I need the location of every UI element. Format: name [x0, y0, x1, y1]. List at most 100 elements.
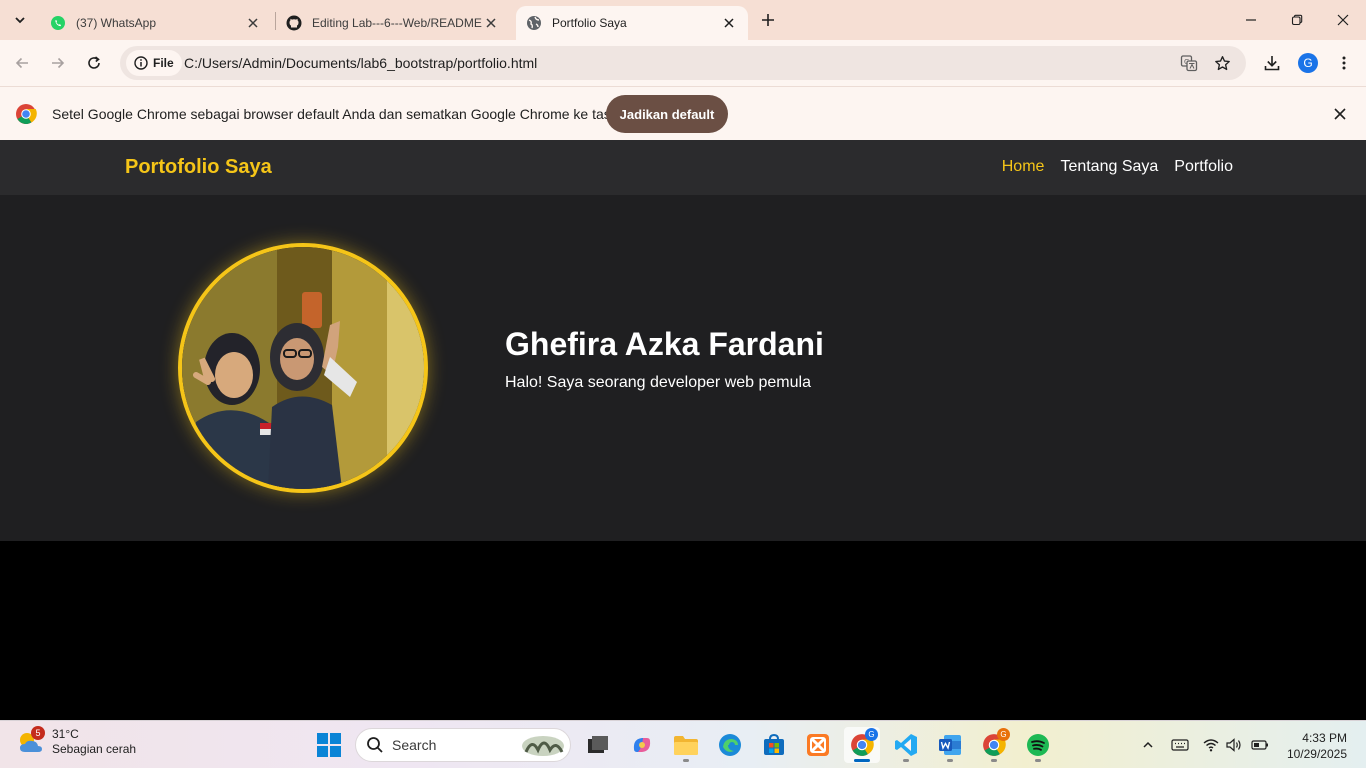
set-default-button[interactable]: Jadikan default [606, 95, 728, 133]
site-brand[interactable]: Portofolio Saya [125, 156, 272, 179]
tray-overflow-button[interactable] [1138, 735, 1158, 755]
plus-icon [762, 14, 774, 26]
download-icon [1264, 56, 1280, 71]
address-bar[interactable]: File C:/Users/Admin/Documents/lab6_boots… [120, 46, 1246, 80]
keyboard-icon [1171, 739, 1189, 751]
tab-title: Editing Lab---6---Web/README [312, 16, 482, 30]
site-info-label: File [153, 56, 174, 70]
nav-link-home[interactable]: Home [1002, 158, 1045, 176]
chrome-profile-badge: G [997, 728, 1010, 741]
downloads-button[interactable] [1258, 49, 1286, 77]
close-icon [724, 18, 734, 28]
windows-icon [317, 733, 341, 757]
close-icon [1334, 108, 1346, 120]
site-menu: Home Tentang Saya Portfolio [1002, 158, 1233, 176]
browser-tab-strip: (37) WhatsApp Editing Lab---6---Web/READ… [0, 0, 1366, 40]
back-button[interactable] [8, 49, 36, 77]
wifi-button[interactable] [1201, 735, 1221, 755]
url-text[interactable]: C:/Users/Admin/Documents/lab6_bootstrap/… [184, 55, 537, 71]
taskbar-chrome-profile[interactable]: G [976, 727, 1012, 763]
weather-temp: 31°C [52, 727, 79, 741]
tab-search-button[interactable] [6, 6, 34, 34]
minimize-icon [1246, 19, 1256, 21]
taskbar-edge[interactable] [712, 727, 748, 763]
nav-link-tentang-saya[interactable]: Tentang Saya [1060, 158, 1158, 176]
taskbar-search[interactable]: Search [355, 728, 571, 762]
profile-photo [178, 243, 428, 493]
tab-close-button[interactable] [244, 14, 262, 32]
taskbar-clock[interactable]: 4:33 PM 10/29/2025 [1287, 730, 1347, 762]
chrome-logo-icon [16, 104, 37, 124]
profile-button[interactable]: G [1294, 49, 1322, 77]
weather-text: 31°C Sebagian cerah [52, 727, 136, 757]
taskbar-store[interactable] [756, 727, 792, 763]
volume-button[interactable] [1224, 735, 1244, 755]
weather-badge: 5 [31, 726, 45, 740]
avatar: G [1298, 53, 1318, 73]
profile-photo-illustration [182, 247, 424, 489]
web-page: Portofolio Saya Home Tentang Saya Portfo… [0, 140, 1366, 720]
copilot-icon [633, 738, 651, 752]
tab-portfolio[interactable]: Portfolio Saya [516, 6, 748, 40]
infobar-close-button[interactable] [1330, 104, 1350, 124]
start-button[interactable] [316, 732, 342, 758]
tab-whatsapp[interactable]: (37) WhatsApp [40, 6, 272, 40]
folder-icon [674, 736, 698, 755]
bookmark-button[interactable] [1210, 51, 1234, 75]
hero-tagline: Halo! Saya seorang developer web pemula [505, 374, 811, 391]
taskbar-chrome[interactable]: G [844, 727, 880, 763]
tab-github[interactable]: Editing Lab---6---Web/README [276, 6, 510, 40]
running-indicator [683, 759, 689, 762]
chevron-down-icon [15, 17, 25, 24]
globe-icon [527, 16, 541, 30]
xampp-icon [807, 734, 829, 756]
translate-button[interactable]: G [1177, 51, 1201, 75]
taskbar-file-explorer[interactable] [668, 727, 704, 763]
site-navbar: Portofolio Saya Home Tentang Saya Portfo… [0, 140, 1366, 195]
close-icon [1337, 14, 1349, 26]
close-window-button[interactable] [1320, 6, 1366, 34]
tab-close-button[interactable] [482, 14, 500, 32]
taskbar-task-view[interactable] [580, 727, 616, 763]
running-indicator [1035, 759, 1041, 762]
battery-icon [1251, 740, 1268, 750]
windows-taskbar: 5 31°C Sebagian cerah Search G G 4:33 PM… [0, 720, 1366, 768]
taskbar-spotify[interactable] [1020, 727, 1056, 763]
reload-icon [88, 56, 100, 69]
default-browser-infobar: Setel Google Chrome sebagai browser defa… [0, 86, 1366, 140]
reload-button[interactable] [80, 49, 108, 77]
github-icon [286, 15, 302, 31]
translate-icon: G [1180, 55, 1198, 72]
restore-button[interactable] [1274, 6, 1320, 34]
battery-button[interactable] [1250, 735, 1270, 755]
close-icon [486, 18, 496, 28]
running-indicator [947, 759, 953, 762]
new-tab-button[interactable] [756, 8, 780, 32]
clock-date: 10/29/2025 [1286, 747, 1347, 761]
taskbar-copilot[interactable] [624, 727, 660, 763]
keyboard-button[interactable] [1170, 735, 1190, 755]
edge-icon [719, 734, 741, 756]
minimize-button[interactable] [1228, 6, 1274, 34]
taskbar-word[interactable] [932, 727, 968, 763]
close-icon [248, 18, 258, 28]
chevron-up-icon [1143, 741, 1153, 748]
tab-close-button[interactable] [720, 14, 738, 32]
vscode-icon [895, 734, 917, 756]
taskbar-xampp[interactable] [800, 727, 836, 763]
forward-button[interactable] [44, 49, 72, 77]
search-highlight-icon [522, 736, 564, 756]
search-placeholder: Search [392, 737, 437, 753]
whatsapp-icon [51, 16, 65, 30]
restore-icon [1291, 14, 1303, 26]
info-icon [134, 56, 148, 70]
site-info-chip[interactable]: File [126, 50, 182, 76]
menu-button[interactable] [1330, 49, 1358, 77]
nav-link-portfolio[interactable]: Portfolio [1174, 158, 1233, 176]
running-indicator [854, 759, 870, 762]
taskbar-vscode[interactable] [888, 727, 924, 763]
infobar-message: Setel Google Chrome sebagai browser defa… [52, 106, 639, 122]
running-indicator [991, 759, 997, 762]
weather-widget[interactable]: 5 31°C Sebagian cerah [16, 726, 136, 757]
arrow-right-icon [52, 57, 65, 69]
